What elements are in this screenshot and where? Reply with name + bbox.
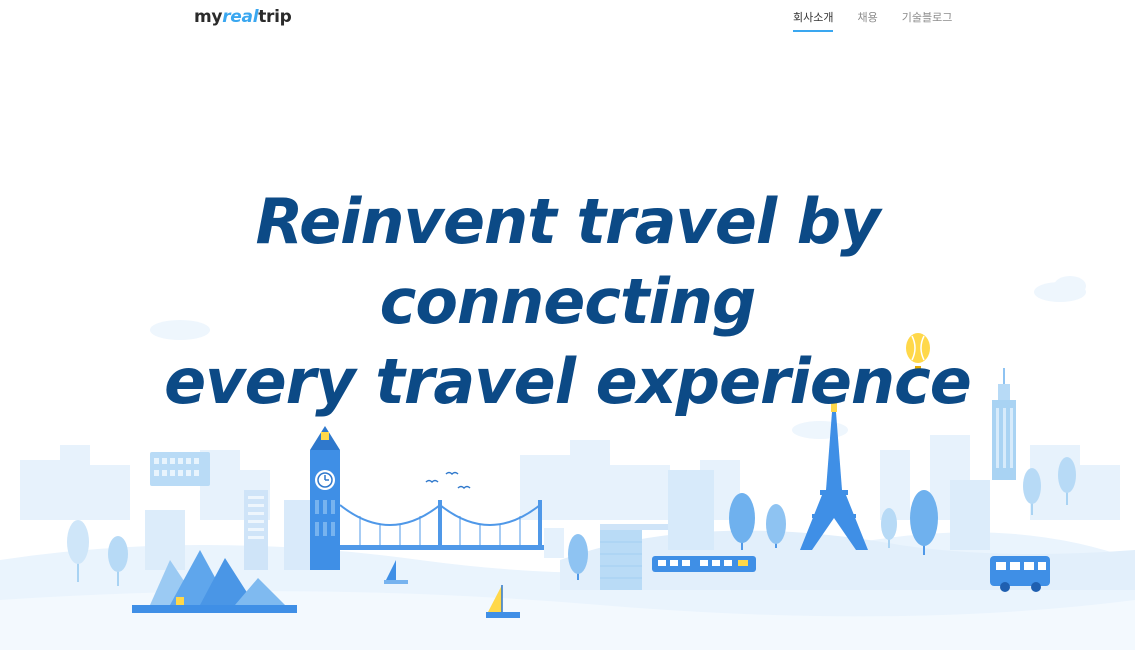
nav-item-about[interactable]: 회사소개: [793, 11, 834, 32]
nav-item-tech-blog[interactable]: 기술블로그: [902, 11, 953, 32]
page: myrealtrip 회사소개 채용 기술블로그 Reinvent travel…: [0, 0, 1135, 650]
colosseum-icon: [150, 452, 210, 486]
hero-headline: Reinvent travel by connecting every trav…: [0, 182, 1135, 422]
logo-accent: real: [222, 7, 259, 27]
big-ben-icon: [310, 426, 340, 570]
top-header: myrealtrip 회사소개 채용 기술블로그: [0, 0, 1135, 40]
hero-line-1: Reinvent travel by: [255, 185, 880, 258]
logo-suffix: trip: [258, 7, 292, 27]
train-icon: [652, 556, 756, 572]
hero-line-3: every travel experience: [164, 345, 972, 418]
myrealtrip-logo[interactable]: myrealtrip: [194, 6, 292, 28]
bird-icon: [425, 471, 471, 490]
main-nav: 회사소개 채용 기술블로그: [793, 11, 976, 32]
nav-item-careers[interactable]: 채용: [857, 11, 877, 32]
logo-prefix: my: [194, 7, 223, 27]
hero-line-2: connecting: [379, 265, 757, 338]
